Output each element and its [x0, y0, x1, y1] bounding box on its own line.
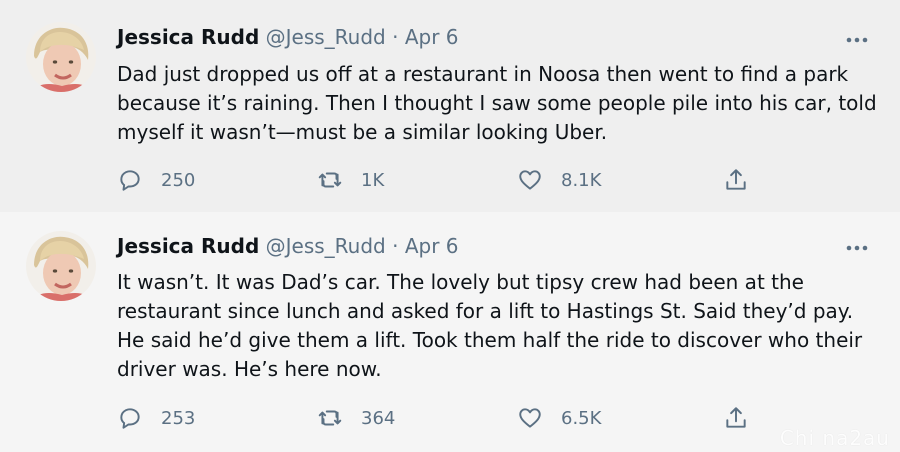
- tweet[interactable]: Jessica Rudd @Jess_Rudd · Apr 6 It wasn’…: [0, 212, 900, 452]
- retweet-button[interactable]: 1K: [317, 164, 384, 196]
- author-name[interactable]: Jessica Rudd: [117, 25, 259, 49]
- tweet-text: It wasn’t. It was Dad’s car. The lovely …: [117, 270, 863, 381]
- share-icon: [726, 407, 746, 428]
- share-icon: [726, 169, 746, 190]
- heart-icon: [519, 170, 541, 190]
- like-button[interactable]: 8.1K: [517, 164, 601, 196]
- share-button[interactable]: [723, 164, 767, 196]
- retweet-button[interactable]: 364: [317, 402, 395, 434]
- reply-count: 250: [161, 169, 196, 191]
- heart-icon: [519, 408, 541, 428]
- retweet-count: 1K: [361, 169, 385, 191]
- avatar[interactable]: [26, 231, 96, 301]
- avatar[interactable]: [26, 22, 96, 92]
- tweet-actions: 253 364 6.5K: [117, 402, 777, 434]
- reply-count: 253: [161, 407, 196, 429]
- watermark-text: Chi na2au: [779, 426, 890, 450]
- more-horizontal-icon: [846, 37, 868, 43]
- more-horizontal-icon: [846, 245, 868, 251]
- author-name[interactable]: Jessica Rudd: [117, 234, 259, 258]
- tweet-actions: 250 1K 8.1K: [117, 164, 777, 196]
- like-count: 6.5K: [561, 407, 602, 429]
- avatar-image: [26, 22, 96, 92]
- tweet-header: Jessica Rudd @Jess_Rudd · Apr 6: [117, 233, 459, 259]
- tweet-header: Jessica Rudd @Jess_Rudd · Apr 6: [117, 24, 459, 50]
- tweet-date[interactable]: Apr 6: [405, 234, 459, 258]
- tweet[interactable]: Jessica Rudd @Jess_Rudd · Apr 6 Dad just…: [0, 0, 900, 212]
- reply-button[interactable]: 250: [117, 164, 195, 196]
- avatar-image: [26, 231, 96, 301]
- like-button[interactable]: 6.5K: [517, 402, 601, 434]
- more-options-button[interactable]: [844, 238, 870, 258]
- share-button[interactable]: [723, 402, 767, 434]
- like-count: 8.1K: [561, 169, 602, 191]
- tweet-text: Dad just dropped us off at a restaurant …: [117, 62, 877, 144]
- reply-button[interactable]: 253: [117, 402, 195, 434]
- more-options-button[interactable]: [844, 30, 870, 50]
- separator-dot: ·: [392, 234, 399, 258]
- separator-dot: ·: [392, 25, 399, 49]
- tweet-date[interactable]: Apr 6: [405, 25, 459, 49]
- reply-icon: [120, 408, 140, 429]
- retweet-icon: [318, 410, 342, 426]
- reply-icon: [120, 170, 140, 191]
- author-handle[interactable]: @Jess_Rudd: [266, 25, 386, 49]
- retweet-count: 364: [361, 407, 396, 429]
- author-handle[interactable]: @Jess_Rudd: [266, 234, 386, 258]
- retweet-icon: [318, 172, 342, 188]
